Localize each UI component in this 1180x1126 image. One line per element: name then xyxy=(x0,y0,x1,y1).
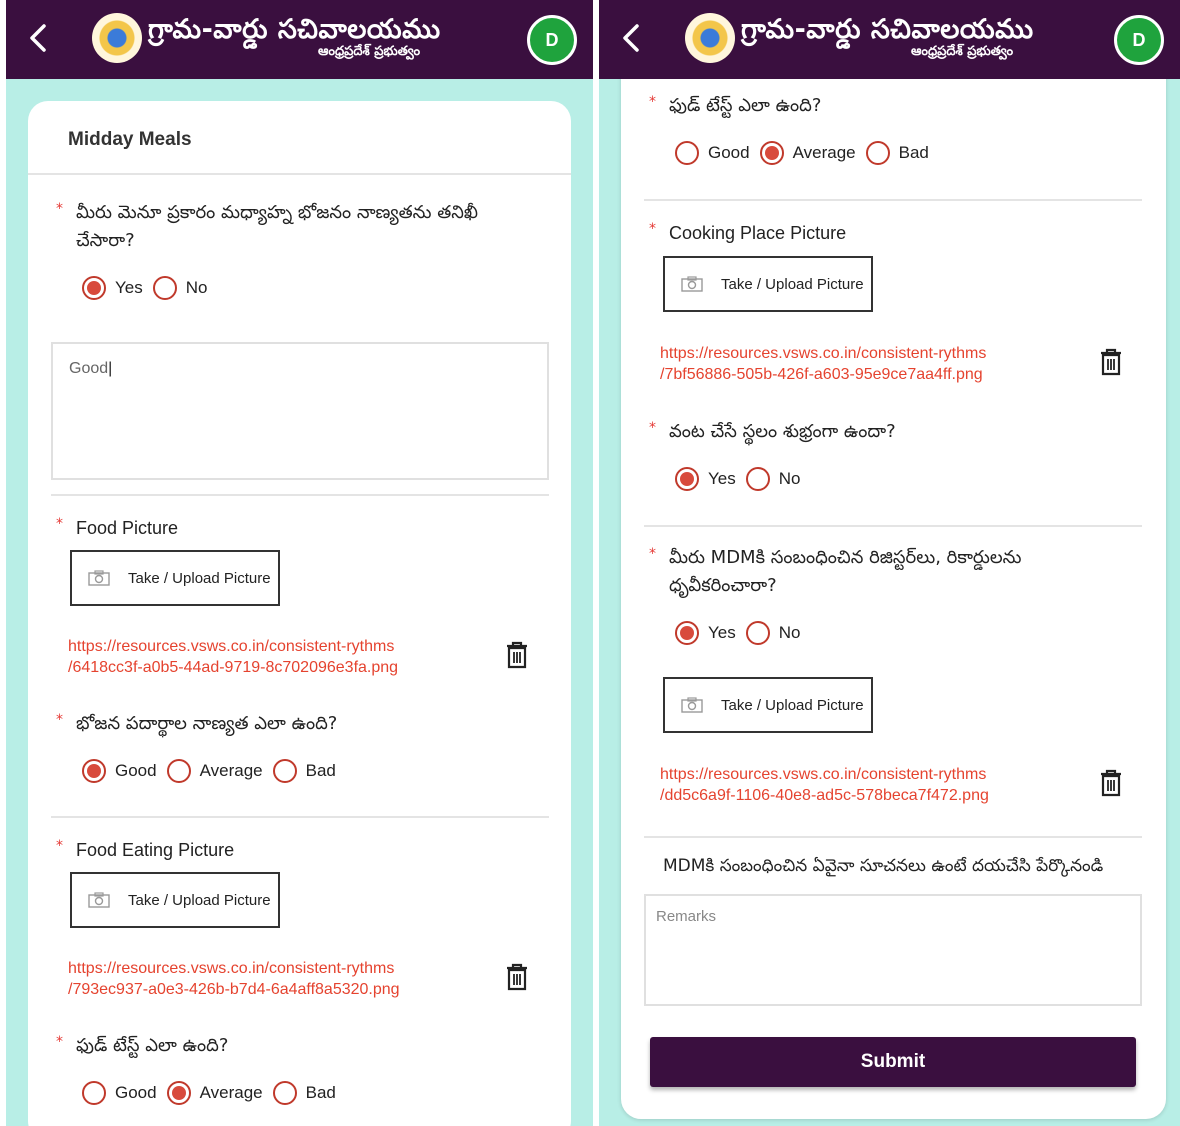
radio-no[interactable]: No xyxy=(745,467,800,491)
submit-button[interactable]: Submit xyxy=(650,1037,1136,1087)
radio-good[interactable]: Good xyxy=(82,759,157,783)
divider xyxy=(28,173,571,175)
app-header: గ్రామ-వార్డు సచివాలయము ఆంధ్రప్రదేశ్ ప్రభ… xyxy=(6,0,593,79)
radio-good[interactable]: Good xyxy=(675,141,750,165)
radio-group-mdm-records: Yes No xyxy=(675,617,810,649)
radio-unselected-icon xyxy=(865,141,890,165)
section-title: Midday Meals xyxy=(68,129,192,150)
avatar[interactable]: D xyxy=(1114,15,1164,65)
app-subtitle: ఆంధ్రప్రదేశ్ ప్రభుత్వం xyxy=(911,44,1014,59)
radio-bad[interactable]: Bad xyxy=(865,141,929,165)
camera-icon xyxy=(681,697,703,713)
radio-selected-icon xyxy=(82,759,106,783)
radio-good[interactable]: Good xyxy=(82,1081,157,1105)
food-eating-picture-label: * Food Eating Picture xyxy=(56,838,235,860)
radio-average[interactable]: Average xyxy=(166,759,263,783)
food-eating-picture-upload-button[interactable]: Take / Upload Picture xyxy=(70,872,280,928)
records-upload-button[interactable]: Take / Upload Picture xyxy=(663,677,873,733)
avatar[interactable]: D xyxy=(527,15,577,65)
question-cooking-place-clean: * వంట చేసే స్థలం శుభ్రంగా ఉందా? xyxy=(649,420,896,442)
food-picture-upload-button[interactable]: Take / Upload Picture xyxy=(70,550,280,606)
cooking-place-url[interactable]: https://resources.vsws.co.in/consistent-… xyxy=(660,343,986,385)
radio-yes[interactable]: Yes xyxy=(675,467,736,491)
radio-yes[interactable]: Yes xyxy=(82,276,143,300)
trash-icon[interactable] xyxy=(1099,348,1123,376)
remarks-textarea[interactable]: Good| xyxy=(51,342,549,480)
radio-unselected-icon xyxy=(675,141,699,165)
app-header: గ్రామ-వార్డు సచివాలయము ఆంధ్రప్రదేశ్ ప్రభ… xyxy=(599,0,1180,79)
ap-emblem-logo xyxy=(685,13,735,63)
trash-icon[interactable] xyxy=(505,641,529,669)
camera-icon xyxy=(88,892,110,908)
radio-yes[interactable]: Yes xyxy=(675,621,736,645)
camera-icon xyxy=(681,276,703,292)
records-url[interactable]: https://resources.vsws.co.in/consistent-… xyxy=(660,764,989,806)
radio-unselected-icon xyxy=(166,759,191,783)
divider xyxy=(644,525,1142,527)
radio-selected-icon xyxy=(82,276,106,300)
question-mdm-records: * మీరు MDMకి సంబంధించిన రిజిస్టర్‌లు, రి… xyxy=(649,546,1022,596)
question-text: మీరు మెనూ ప్రకారం మధ్యాహ్న భోజనం నాణ్యతన… xyxy=(76,202,479,251)
app-subtitle: ఆంధ్రప్రదేశ్ ప్రభుత్వం xyxy=(318,44,421,59)
radio-unselected-icon xyxy=(82,1081,106,1105)
radio-selected-icon xyxy=(759,141,784,165)
food-eating-picture-url[interactable]: https://resources.vsws.co.in/consistent-… xyxy=(68,958,400,1000)
radio-unselected-icon xyxy=(745,621,770,645)
radio-group-food-taste: Good Average Bad xyxy=(82,1077,346,1109)
question-food-taste: * ఫుడ్ టేస్ట్ ఎలా ఉంది? xyxy=(649,94,822,116)
radio-selected-icon xyxy=(675,467,699,491)
ap-emblem-logo xyxy=(92,13,142,63)
left-screen: గ్రామ-వార్డు సచివాలయము ఆంధ్రప్రదేశ్ ప్రభ… xyxy=(6,0,593,1126)
radio-unselected-icon xyxy=(272,1081,297,1105)
radio-average[interactable]: Average xyxy=(166,1081,263,1105)
radio-selected-icon xyxy=(166,1081,191,1105)
radio-group-menu-check: Yes No xyxy=(82,272,217,304)
remarks-input[interactable]: Remarks xyxy=(644,894,1142,1006)
question-food-quality: * భోజన పదార్థాల నాణ్యత ఎలా ఉంది? xyxy=(56,712,338,734)
radio-average[interactable]: Average xyxy=(759,141,856,165)
divider xyxy=(51,494,549,496)
trash-icon[interactable] xyxy=(1099,769,1123,797)
cooking-place-upload-button[interactable]: Take / Upload Picture xyxy=(663,256,873,312)
radio-no[interactable]: No xyxy=(745,621,800,645)
chevron-left-icon[interactable] xyxy=(20,18,60,58)
required-marker: * xyxy=(56,201,63,217)
radio-group-cooking-place-clean: Yes No xyxy=(675,463,810,495)
question-menu-check: * మీరు మెనూ ప్రకారం మధ్యాహ్న భోజనం నాణ్య… xyxy=(56,199,536,255)
radio-group-food-taste: Good Average Bad xyxy=(675,137,939,169)
food-picture-url[interactable]: https://resources.vsws.co.in/consistent-… xyxy=(68,636,398,678)
right-screen: * ఫుడ్ టేస్ట్ ఎలా ఉంది? Good Average Bad… xyxy=(599,0,1180,1126)
radio-no[interactable]: No xyxy=(152,276,207,300)
radio-bad[interactable]: Bad xyxy=(272,759,336,783)
form-card: Midday Meals * మీరు మెనూ ప్రకారం మధ్యాహ్… xyxy=(28,101,571,1126)
radio-bad[interactable]: Bad xyxy=(272,1081,336,1105)
food-picture-label: * Food Picture xyxy=(56,516,179,538)
radio-unselected-icon xyxy=(152,276,177,300)
divider xyxy=(51,816,549,818)
form-card: * ఫుడ్ టేస్ట్ ఎలా ఉంది? Good Average Bad… xyxy=(621,60,1166,1119)
divider xyxy=(644,199,1142,201)
radio-unselected-icon xyxy=(272,759,297,783)
divider xyxy=(644,836,1142,838)
radio-group-food-quality: Good Average Bad xyxy=(82,755,346,787)
radio-selected-icon xyxy=(675,621,699,645)
chevron-left-icon[interactable] xyxy=(613,18,653,58)
question-food-taste: * ఫుడ్ టేస్ట్ ఎలా ఉంది? xyxy=(56,1034,229,1056)
suggestions-label: MDMకి సంబంధించిన ఏవైనా సూచనలు ఉంటే దయచేస… xyxy=(663,856,1104,876)
radio-unselected-icon xyxy=(745,467,770,491)
trash-icon[interactable] xyxy=(505,963,529,991)
camera-icon xyxy=(88,570,110,586)
cooking-place-picture-label: * Cooking Place Picture xyxy=(649,221,847,243)
